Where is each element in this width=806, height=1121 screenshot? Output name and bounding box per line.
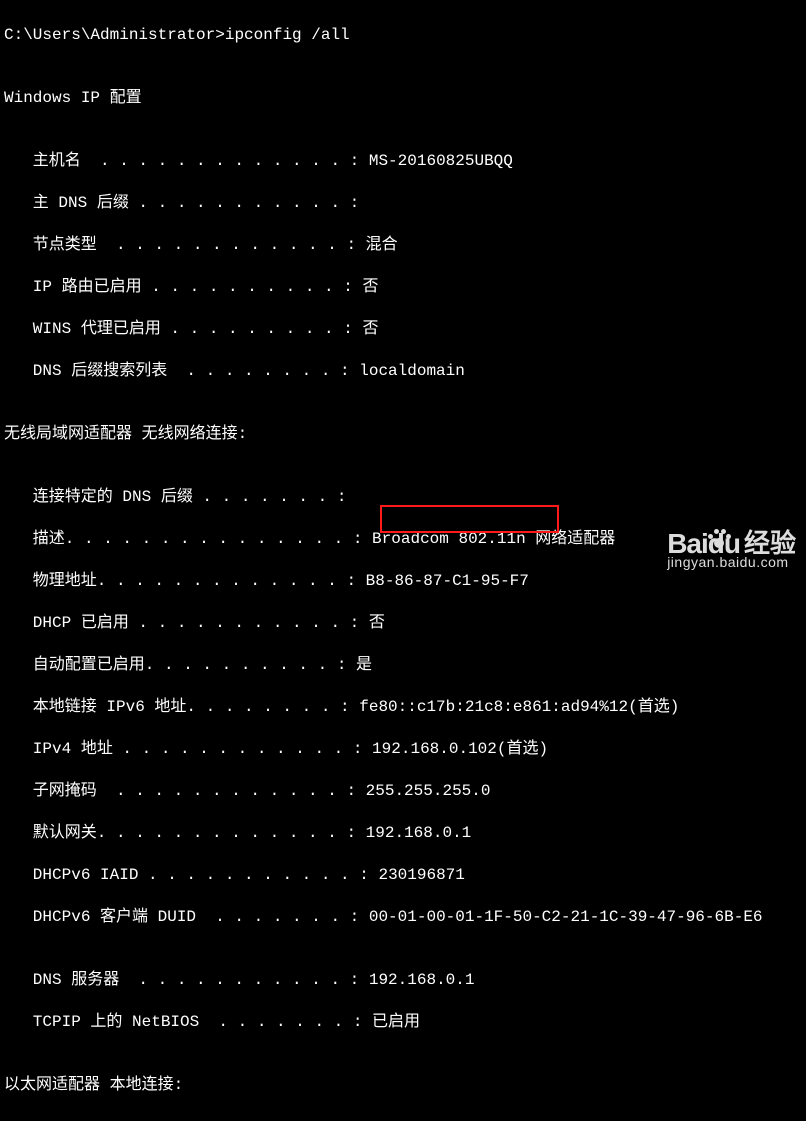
- row-dhcp-enabled: DHCP 已启用 . . . . . . . . . . . : 否: [4, 613, 802, 634]
- row-node-type: 节点类型 . . . . . . . . . . . . : 混合: [4, 235, 802, 256]
- row-ip-routing: IP 路由已启用 . . . . . . . . . . : 否: [4, 277, 802, 298]
- row-dhcpv6-iaid: DHCPv6 IAID . . . . . . . . . . . : 2301…: [4, 865, 802, 886]
- row-default-gateway: 默认网关. . . . . . . . . . . . . : 192.168.…: [4, 823, 802, 844]
- command-prompt-line: C:\Users\Administrator>ipconfig /all: [4, 25, 802, 46]
- row-dhcpv6-duid: DHCPv6 客户端 DUID . . . . . . . : 00-01-00…: [4, 907, 802, 928]
- row-autoconfig-enabled: 自动配置已启用. . . . . . . . . . : 是: [4, 655, 802, 676]
- row-primary-dns-suffix: 主 DNS 后缀 . . . . . . . . . . . :: [4, 193, 802, 214]
- watermark-jingyan: 经验: [744, 533, 796, 554]
- row-link-local-ipv6: 本地链接 IPv6 地址. . . . . . . . : fe80::c17b…: [4, 697, 802, 718]
- section-wlan-adapter: 无线局域网适配器 无线网络连接:: [4, 424, 802, 445]
- baidu-jingyan-watermark: Baidu 经验 jingyan.baidu.com: [667, 533, 796, 573]
- row-dns-servers: DNS 服务器 . . . . . . . . . . . : 192.168.…: [4, 970, 802, 991]
- row-wins-proxy: WINS 代理已启用 . . . . . . . . . : 否: [4, 319, 802, 340]
- row-subnet-mask: 子网掩码 . . . . . . . . . . . . : 255.255.2…: [4, 781, 802, 802]
- row-physical-address: 物理地址. . . . . . . . . . . . . : B8-86-87…: [4, 571, 802, 592]
- watermark-url: jingyan.baidu.com: [667, 552, 796, 573]
- row-dns-suffix-search: DNS 后缀搜索列表 . . . . . . . . : localdomain: [4, 361, 802, 382]
- row-ipv4-address: IPv4 地址 . . . . . . . . . . . . : 192.16…: [4, 739, 802, 760]
- section-windows-ip-config: Windows IP 配置: [4, 88, 802, 109]
- row-hostname: 主机名 . . . . . . . . . . . . . : MS-20160…: [4, 151, 802, 172]
- row-netbios-tcpip: TCPIP 上的 NetBIOS . . . . . . . : 已启用: [4, 1012, 802, 1033]
- row-conn-dns-suffix: 连接特定的 DNS 后缀 . . . . . . . :: [4, 487, 802, 508]
- section-ethernet-adapter-partial: 以太网适配器 本地连接:: [4, 1075, 802, 1096]
